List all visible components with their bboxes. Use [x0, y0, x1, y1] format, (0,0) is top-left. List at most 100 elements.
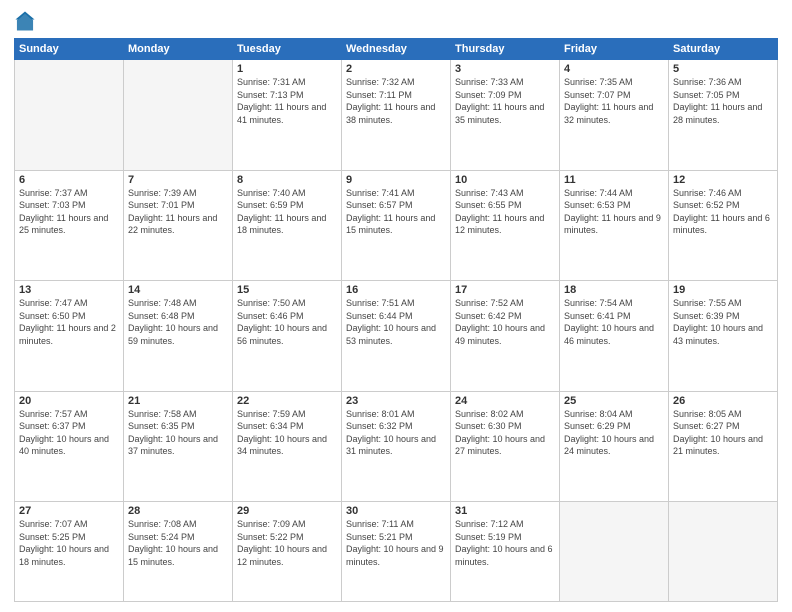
- day-number: 14: [128, 284, 228, 296]
- calendar-cell: 25Sunrise: 8:04 AMSunset: 6:29 PMDayligh…: [560, 391, 669, 502]
- page: SundayMondayTuesdayWednesdayThursdayFrid…: [0, 0, 792, 612]
- logo: [14, 10, 40, 32]
- calendar-week-row: 1Sunrise: 7:31 AMSunset: 7:13 PMDaylight…: [15, 60, 778, 171]
- day-info: Sunrise: 7:41 AMSunset: 6:57 PMDaylight:…: [346, 187, 446, 237]
- calendar-cell: 11Sunrise: 7:44 AMSunset: 6:53 PMDayligh…: [560, 170, 669, 281]
- day-number: 28: [128, 505, 228, 517]
- day-info: Sunrise: 7:48 AMSunset: 6:48 PMDaylight:…: [128, 297, 228, 347]
- calendar-week-row: 20Sunrise: 7:57 AMSunset: 6:37 PMDayligh…: [15, 391, 778, 502]
- day-info: Sunrise: 7:52 AMSunset: 6:42 PMDaylight:…: [455, 297, 555, 347]
- calendar-cell: 16Sunrise: 7:51 AMSunset: 6:44 PMDayligh…: [342, 281, 451, 392]
- calendar-cell: 31Sunrise: 7:12 AMSunset: 5:19 PMDayligh…: [451, 502, 560, 602]
- day-info: Sunrise: 7:07 AMSunset: 5:25 PMDaylight:…: [19, 518, 119, 568]
- day-number: 27: [19, 505, 119, 517]
- weekday-header-wednesday: Wednesday: [342, 39, 451, 60]
- day-info: Sunrise: 7:40 AMSunset: 6:59 PMDaylight:…: [237, 187, 337, 237]
- day-info: Sunrise: 7:12 AMSunset: 5:19 PMDaylight:…: [455, 518, 555, 568]
- day-number: 9: [346, 174, 446, 186]
- day-number: 29: [237, 505, 337, 517]
- day-info: Sunrise: 7:43 AMSunset: 6:55 PMDaylight:…: [455, 187, 555, 237]
- day-info: Sunrise: 8:04 AMSunset: 6:29 PMDaylight:…: [564, 408, 664, 458]
- day-number: 12: [673, 174, 773, 186]
- weekday-header-friday: Friday: [560, 39, 669, 60]
- day-info: Sunrise: 7:11 AMSunset: 5:21 PMDaylight:…: [346, 518, 446, 568]
- weekday-header-thursday: Thursday: [451, 39, 560, 60]
- day-info: Sunrise: 7:51 AMSunset: 6:44 PMDaylight:…: [346, 297, 446, 347]
- day-info: Sunrise: 7:54 AMSunset: 6:41 PMDaylight:…: [564, 297, 664, 347]
- day-info: Sunrise: 7:35 AMSunset: 7:07 PMDaylight:…: [564, 76, 664, 126]
- day-number: 3: [455, 63, 555, 75]
- day-number: 15: [237, 284, 337, 296]
- weekday-header-monday: Monday: [124, 39, 233, 60]
- day-number: 18: [564, 284, 664, 296]
- day-number: 30: [346, 505, 446, 517]
- calendar-cell: 30Sunrise: 7:11 AMSunset: 5:21 PMDayligh…: [342, 502, 451, 602]
- day-number: 19: [673, 284, 773, 296]
- calendar-cell: 14Sunrise: 7:48 AMSunset: 6:48 PMDayligh…: [124, 281, 233, 392]
- day-info: Sunrise: 7:55 AMSunset: 6:39 PMDaylight:…: [673, 297, 773, 347]
- day-info: Sunrise: 7:47 AMSunset: 6:50 PMDaylight:…: [19, 297, 119, 347]
- header: [14, 10, 778, 32]
- calendar-cell: 13Sunrise: 7:47 AMSunset: 6:50 PMDayligh…: [15, 281, 124, 392]
- calendar-cell: 12Sunrise: 7:46 AMSunset: 6:52 PMDayligh…: [669, 170, 778, 281]
- calendar-cell: 29Sunrise: 7:09 AMSunset: 5:22 PMDayligh…: [233, 502, 342, 602]
- day-info: Sunrise: 7:58 AMSunset: 6:35 PMDaylight:…: [128, 408, 228, 458]
- day-number: 6: [19, 174, 119, 186]
- weekday-header-saturday: Saturday: [669, 39, 778, 60]
- calendar-cell: [669, 502, 778, 602]
- day-number: 22: [237, 395, 337, 407]
- calendar-cell: 26Sunrise: 8:05 AMSunset: 6:27 PMDayligh…: [669, 391, 778, 502]
- day-number: 24: [455, 395, 555, 407]
- day-number: 16: [346, 284, 446, 296]
- day-number: 7: [128, 174, 228, 186]
- calendar-cell: [560, 502, 669, 602]
- day-number: 26: [673, 395, 773, 407]
- calendar-cell: 27Sunrise: 7:07 AMSunset: 5:25 PMDayligh…: [15, 502, 124, 602]
- weekday-header-tuesday: Tuesday: [233, 39, 342, 60]
- weekday-header-sunday: Sunday: [15, 39, 124, 60]
- calendar-week-row: 27Sunrise: 7:07 AMSunset: 5:25 PMDayligh…: [15, 502, 778, 602]
- calendar-cell: 6Sunrise: 7:37 AMSunset: 7:03 PMDaylight…: [15, 170, 124, 281]
- calendar-cell: 10Sunrise: 7:43 AMSunset: 6:55 PMDayligh…: [451, 170, 560, 281]
- calendar-cell: 22Sunrise: 7:59 AMSunset: 6:34 PMDayligh…: [233, 391, 342, 502]
- day-number: 31: [455, 505, 555, 517]
- calendar-cell: 2Sunrise: 7:32 AMSunset: 7:11 PMDaylight…: [342, 60, 451, 171]
- day-number: 5: [673, 63, 773, 75]
- calendar-cell: 4Sunrise: 7:35 AMSunset: 7:07 PMDaylight…: [560, 60, 669, 171]
- calendar-cell: 3Sunrise: 7:33 AMSunset: 7:09 PMDaylight…: [451, 60, 560, 171]
- calendar-cell: 20Sunrise: 7:57 AMSunset: 6:37 PMDayligh…: [15, 391, 124, 502]
- day-info: Sunrise: 8:05 AMSunset: 6:27 PMDaylight:…: [673, 408, 773, 458]
- day-number: 8: [237, 174, 337, 186]
- logo-icon: [14, 10, 36, 32]
- calendar-cell: 18Sunrise: 7:54 AMSunset: 6:41 PMDayligh…: [560, 281, 669, 392]
- day-info: Sunrise: 7:31 AMSunset: 7:13 PMDaylight:…: [237, 76, 337, 126]
- calendar-cell: 19Sunrise: 7:55 AMSunset: 6:39 PMDayligh…: [669, 281, 778, 392]
- calendar-week-row: 6Sunrise: 7:37 AMSunset: 7:03 PMDaylight…: [15, 170, 778, 281]
- day-number: 17: [455, 284, 555, 296]
- calendar-cell: 17Sunrise: 7:52 AMSunset: 6:42 PMDayligh…: [451, 281, 560, 392]
- calendar-table: SundayMondayTuesdayWednesdayThursdayFrid…: [14, 38, 778, 602]
- calendar-cell: 7Sunrise: 7:39 AMSunset: 7:01 PMDaylight…: [124, 170, 233, 281]
- day-number: 10: [455, 174, 555, 186]
- day-info: Sunrise: 7:37 AMSunset: 7:03 PMDaylight:…: [19, 187, 119, 237]
- calendar-cell: 1Sunrise: 7:31 AMSunset: 7:13 PMDaylight…: [233, 60, 342, 171]
- calendar-cell: 9Sunrise: 7:41 AMSunset: 6:57 PMDaylight…: [342, 170, 451, 281]
- day-info: Sunrise: 7:44 AMSunset: 6:53 PMDaylight:…: [564, 187, 664, 237]
- day-info: Sunrise: 7:08 AMSunset: 5:24 PMDaylight:…: [128, 518, 228, 568]
- day-number: 4: [564, 63, 664, 75]
- day-number: 23: [346, 395, 446, 407]
- day-info: Sunrise: 7:46 AMSunset: 6:52 PMDaylight:…: [673, 187, 773, 237]
- day-number: 11: [564, 174, 664, 186]
- calendar-cell: 21Sunrise: 7:58 AMSunset: 6:35 PMDayligh…: [124, 391, 233, 502]
- day-info: Sunrise: 7:57 AMSunset: 6:37 PMDaylight:…: [19, 408, 119, 458]
- day-info: Sunrise: 7:50 AMSunset: 6:46 PMDaylight:…: [237, 297, 337, 347]
- day-number: 13: [19, 284, 119, 296]
- calendar-cell: 15Sunrise: 7:50 AMSunset: 6:46 PMDayligh…: [233, 281, 342, 392]
- day-info: Sunrise: 7:36 AMSunset: 7:05 PMDaylight:…: [673, 76, 773, 126]
- calendar-cell: [124, 60, 233, 171]
- calendar-cell: 8Sunrise: 7:40 AMSunset: 6:59 PMDaylight…: [233, 170, 342, 281]
- day-number: 25: [564, 395, 664, 407]
- calendar-cell: 23Sunrise: 8:01 AMSunset: 6:32 PMDayligh…: [342, 391, 451, 502]
- calendar-cell: 28Sunrise: 7:08 AMSunset: 5:24 PMDayligh…: [124, 502, 233, 602]
- calendar-week-row: 13Sunrise: 7:47 AMSunset: 6:50 PMDayligh…: [15, 281, 778, 392]
